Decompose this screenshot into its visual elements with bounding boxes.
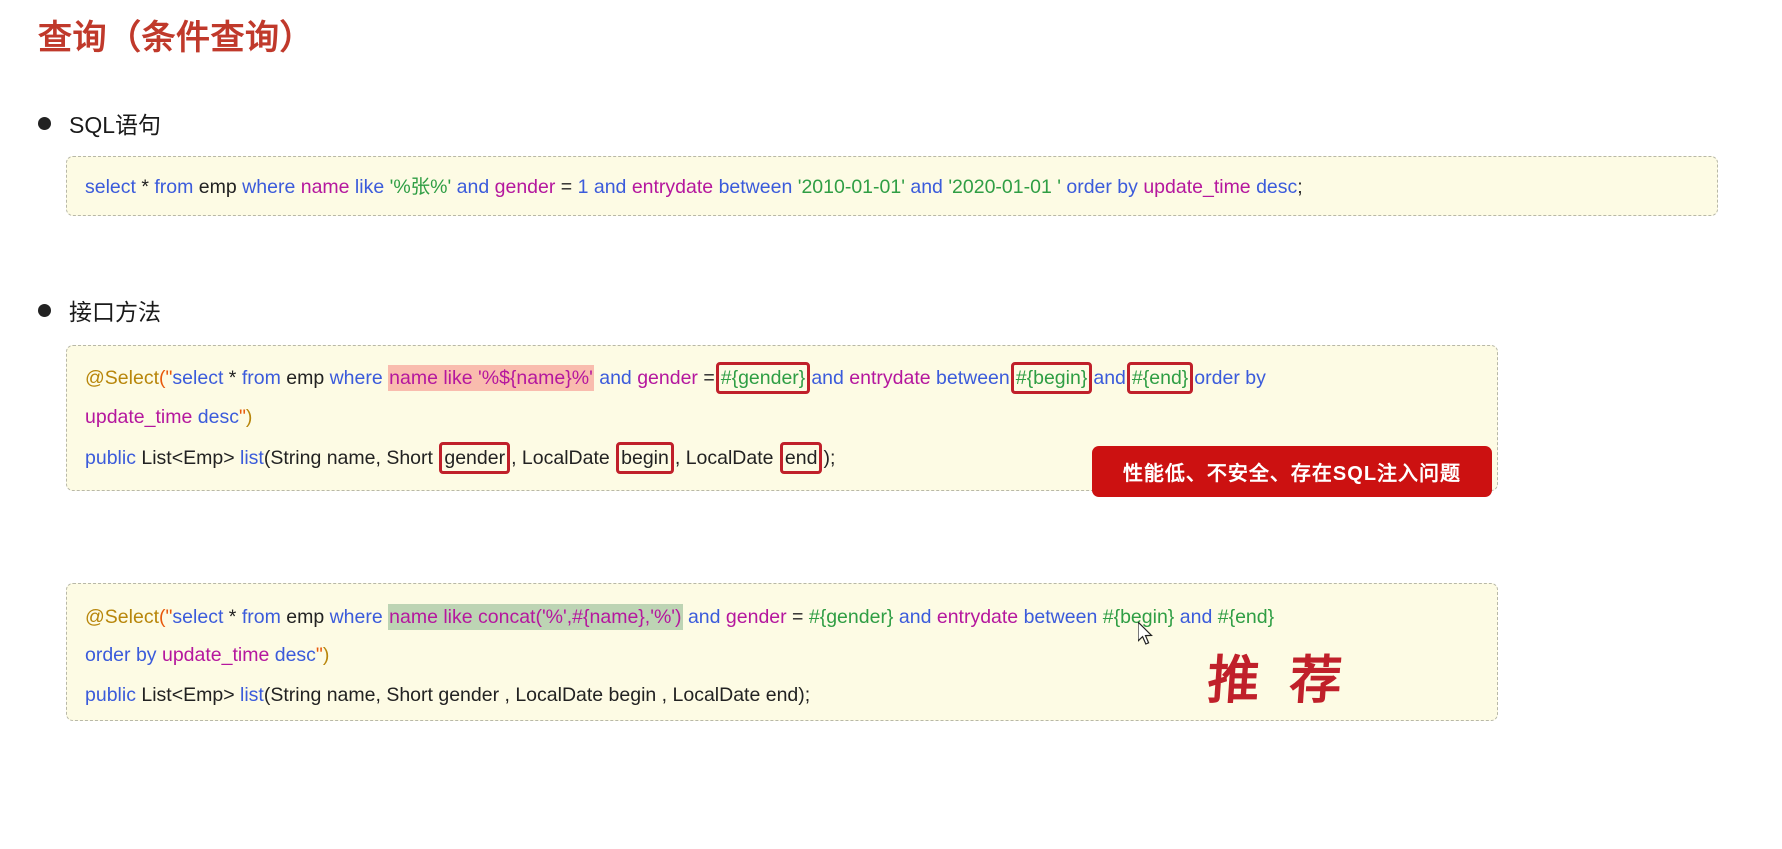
code-token: desc <box>197 406 239 428</box>
boxed-begin-param: begin <box>616 442 674 474</box>
code-token: and <box>910 176 943 198</box>
sql-code-block: select * from emp where name like '%张%' … <box>66 156 1718 216</box>
code-token: (String name, Short <box>263 447 439 469</box>
annotation-select: @Select <box>85 367 159 389</box>
code-token: (" <box>159 367 173 389</box>
code-token: List<Emp> <box>135 447 241 469</box>
code-token: emp <box>193 176 243 198</box>
code-token: = <box>786 606 809 628</box>
code-token: and <box>456 176 490 198</box>
code-token: emp <box>280 606 330 628</box>
code-token: update_time <box>1143 176 1251 198</box>
code-token: order by <box>1194 367 1266 389</box>
code-token: select <box>172 606 224 628</box>
highlighted-concat-condition: name like concat('%',#{name},'%') <box>388 604 683 630</box>
highlighted-name-condition: name like '%${name}%' <box>388 365 594 391</box>
code-token: public <box>85 447 136 469</box>
code-token: ; <box>1297 176 1303 198</box>
mouse-cursor-icon <box>1138 622 1153 645</box>
code-token: emp <box>280 367 330 389</box>
slide-page: 查询（条件查询） SQL语句 select * from emp where n… <box>0 0 1782 849</box>
code-token: where <box>242 176 296 198</box>
code-token: List<Emp> <box>135 684 241 706</box>
code-token: * <box>135 176 155 198</box>
bullet-dot-icon <box>38 116 51 130</box>
code-token: , LocalDate <box>674 447 779 469</box>
code-token: '2020-01-01 ' <box>948 176 1061 198</box>
code-token: select <box>172 367 224 389</box>
bullet-sql-statement: SQL语句 <box>38 106 161 140</box>
code-token: = <box>555 176 578 198</box>
code-token: order by <box>85 644 157 666</box>
code-token: #{gender} <box>808 606 894 628</box>
code-token: (String name, Short gender , LocalDate b… <box>263 684 811 706</box>
annotation-select: @Select <box>85 606 159 628</box>
code-token: ); <box>823 447 836 469</box>
code-token: #{end} <box>1217 606 1275 628</box>
code-token: name <box>300 176 350 198</box>
code-token: between <box>936 367 1010 389</box>
boxed-end-param: end <box>779 442 823 474</box>
code-token: , LocalDate <box>511 447 616 469</box>
code-token: from <box>241 606 281 628</box>
page-title: 查询（条件查询） <box>38 19 314 57</box>
code-token: entrydate <box>849 367 931 389</box>
code-token: ) <box>322 644 330 666</box>
code-token: and <box>811 367 844 389</box>
code-token: = <box>697 367 715 389</box>
bullet-label-interface: 接口方法 <box>69 299 161 325</box>
code-token: select <box>85 176 136 198</box>
code-token: (" <box>159 606 173 628</box>
code-token: gender <box>637 367 698 389</box>
code-token: and <box>1093 367 1126 389</box>
code-token: entrydate <box>631 176 714 198</box>
code-token: where <box>329 367 383 389</box>
code-token: " <box>315 644 323 666</box>
code-token: like <box>354 176 385 198</box>
code-token: " <box>238 406 246 428</box>
code-token: where <box>329 606 383 628</box>
boxed-begin-placeholder: #{begin} <box>1010 362 1093 394</box>
concat-code-line-1: @Select("select * from emp where name li… <box>85 598 1479 636</box>
sql-code-line: select * from emp where name like '%张%' … <box>85 176 1303 198</box>
code-token: from <box>154 176 194 198</box>
boxed-gender-param: gender <box>439 442 511 474</box>
bullet-dot-icon-2 <box>38 303 51 317</box>
dollar-code-line-1: @Select("select * from emp where name li… <box>85 359 1479 398</box>
boxed-gender-placeholder: #{gender} <box>715 362 811 394</box>
code-token: '2010-01-01' <box>797 176 905 198</box>
code-token: ) <box>245 406 253 428</box>
code-token: between <box>718 176 793 198</box>
code-token: desc <box>274 644 316 666</box>
dollar-code-line-2: update_time desc") <box>85 398 1479 437</box>
code-token: list <box>240 684 264 706</box>
code-token: order by <box>1066 176 1138 198</box>
bullet-label-sql: SQL语句 <box>69 112 162 138</box>
status-badge-warning: 性能低、不安全、存在SQL注入问题 <box>1092 446 1492 497</box>
code-token: '%张%' <box>389 176 452 198</box>
code-token: and <box>687 606 721 628</box>
code-token: between <box>1023 606 1098 628</box>
code-token: and <box>898 606 932 628</box>
code-token: list <box>240 447 264 469</box>
code-token: and <box>599 367 632 389</box>
boxed-end-placeholder: #{end} <box>1126 362 1194 394</box>
code-token: gender <box>494 176 556 198</box>
code-token: and <box>1179 606 1213 628</box>
bullet-interface-method: 接口方法 <box>38 293 161 327</box>
recommended-stamp: 推 荐 <box>1205 650 1350 711</box>
code-token: from <box>241 367 281 389</box>
code-token: public <box>85 684 136 706</box>
code-token: desc <box>1256 176 1298 198</box>
code-token: update_time <box>161 644 270 666</box>
code-token: 1 <box>577 176 589 198</box>
code-token: and <box>593 176 627 198</box>
code-token: gender <box>725 606 787 628</box>
code-token: entrydate <box>936 606 1019 628</box>
code-token: * <box>223 367 242 389</box>
code-token: update_time <box>85 406 193 428</box>
code-token: * <box>223 606 242 628</box>
